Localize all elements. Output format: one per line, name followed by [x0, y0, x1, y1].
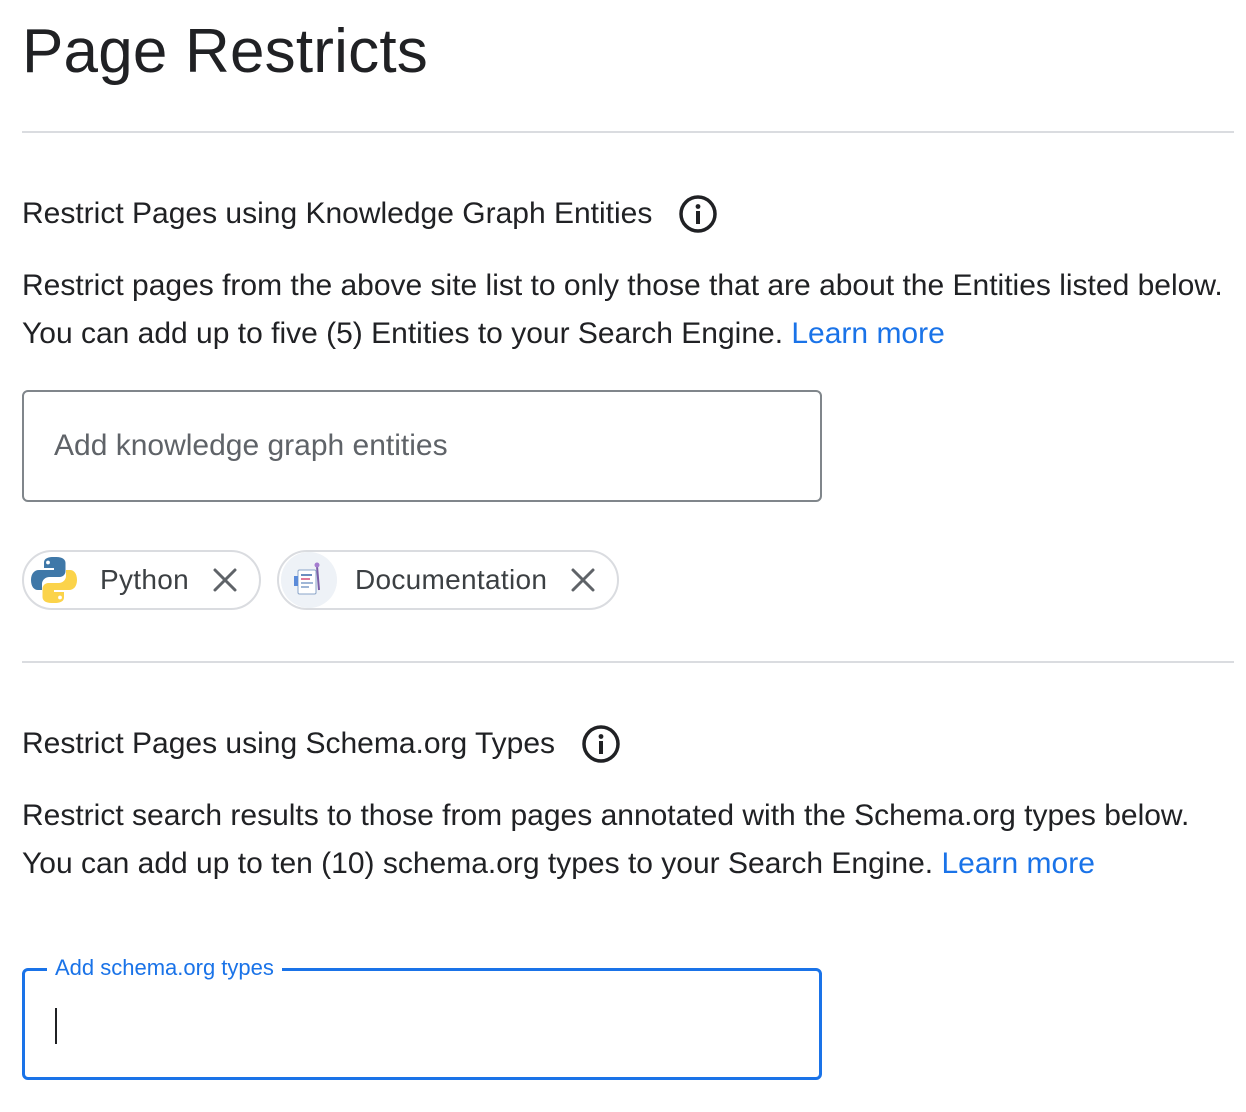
- schema-section-description: Restrict search results to those from pa…: [22, 792, 1237, 888]
- close-icon[interactable]: [209, 564, 241, 596]
- schema-section-title: Restrict Pages using Schema.org Types: [22, 724, 621, 764]
- kg-entities-field[interactable]: [22, 390, 822, 502]
- chip-documentation[interactable]: Documentation: [276, 550, 620, 610]
- kg-section-description: Restrict pages from the above site list …: [22, 262, 1237, 358]
- page-title: Page Restricts: [22, 17, 428, 86]
- info-icon[interactable]: [678, 194, 718, 234]
- chip-python[interactable]: Python: [22, 550, 261, 610]
- schema-types-input[interactable]: [55, 971, 785, 1079]
- schema-types-field[interactable]: Add schema.org types: [22, 954, 822, 1080]
- section-divider: [22, 661, 1234, 663]
- python-logo-icon: [26, 552, 82, 608]
- kg-entity-chips: Python Documentation: [22, 550, 620, 610]
- section-divider: [22, 131, 1234, 133]
- schema-section-title-text: Restrict Pages using Schema.org Types: [22, 727, 556, 760]
- close-icon[interactable]: [567, 564, 599, 596]
- kg-learn-more-link[interactable]: Learn more: [791, 317, 944, 350]
- kg-description-text: Restrict pages from the above site list …: [22, 269, 1223, 350]
- chip-python-label: Python: [100, 564, 189, 595]
- schema-learn-more-link[interactable]: Learn more: [941, 847, 1094, 880]
- kg-section-title-text: Restrict Pages using Knowledge Graph Ent…: [22, 197, 653, 230]
- info-icon[interactable]: [581, 724, 621, 764]
- kg-section-title: Restrict Pages using Knowledge Graph Ent…: [22, 194, 718, 234]
- kg-entities-input[interactable]: [54, 392, 784, 500]
- documentation-image-icon: [280, 552, 337, 608]
- chip-documentation-label: Documentation: [354, 564, 548, 595]
